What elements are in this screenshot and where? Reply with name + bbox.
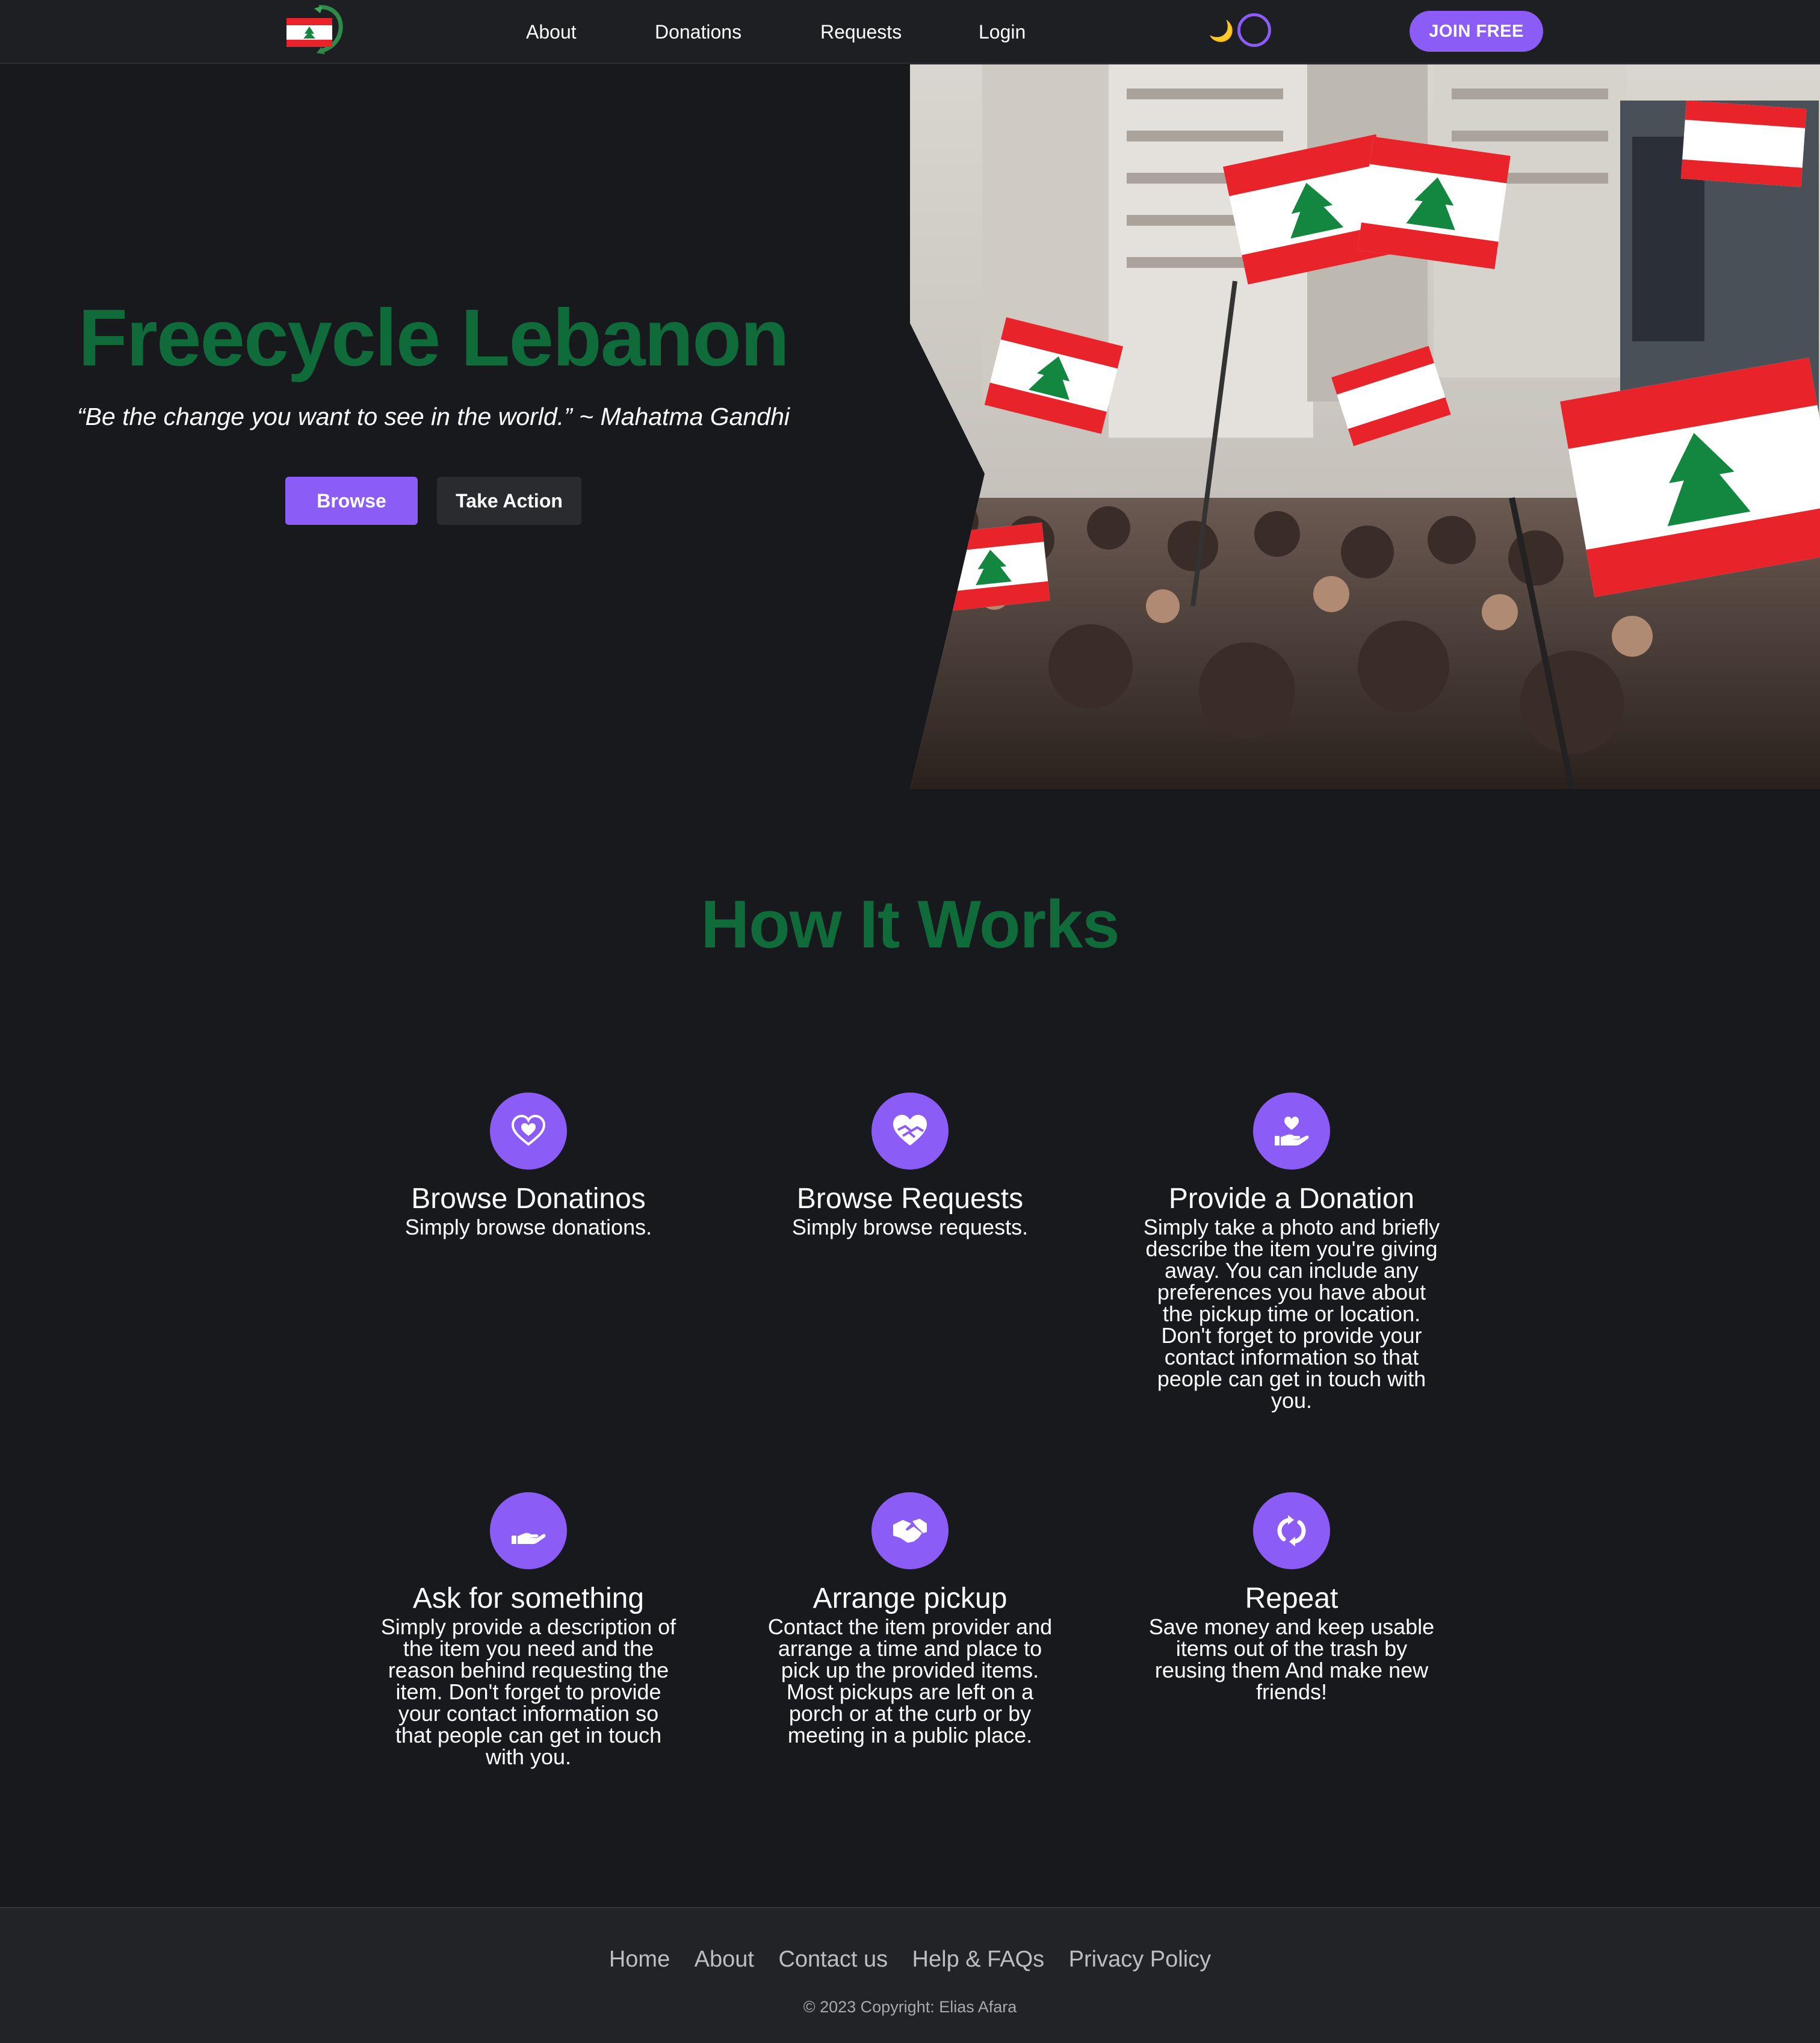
take-action-button[interactable]: Take Action	[437, 477, 581, 525]
open-hand-icon	[490, 1492, 567, 1569]
join-free-button[interactable]: JOIN FREE	[1410, 11, 1543, 52]
hero-image-flags-crowd	[910, 64, 1820, 789]
feature-text: Contact the item provider and arrange a …	[767, 1614, 1053, 1747]
feature-browse-requests: Browse Requests Simply browse requests.	[741, 1093, 1079, 1238]
feature-provide-donation: Provide a Donation Simply take a photo a…	[1123, 1093, 1460, 1412]
footer-link-contact[interactable]: Contact us	[778, 1944, 888, 1974]
browse-button[interactable]: Browse	[285, 477, 418, 525]
hands-heart-icon	[871, 1093, 949, 1170]
repeat-icon	[1253, 1492, 1330, 1569]
footer-link-home[interactable]: Home	[609, 1944, 670, 1974]
feature-repeat: Repeat Save money and keep usable items …	[1123, 1492, 1460, 1703]
handshake-icon	[871, 1492, 949, 1569]
feature-title: Repeat	[1245, 1583, 1339, 1614]
copyright: © 2023 Copyright: Elias Afara	[803, 1998, 1017, 2016]
nav-login[interactable]: Login	[979, 18, 1026, 46]
nav-about[interactable]: About	[526, 18, 577, 46]
how-it-works-title: How It Works	[701, 887, 1119, 962]
feature-ask-for-something: Ask for something Simply provide a descr…	[360, 1492, 697, 1768]
footer-links: Home About Contact us Help & FAQs Privac…	[0, 1944, 1820, 1974]
feature-title: Provide a Donation	[1168, 1183, 1415, 1215]
theme-toggle[interactable]: 🌙	[1209, 12, 1275, 52]
feature-text: Save money and keep usable items out of …	[1148, 1614, 1435, 1704]
nav-donations[interactable]: Donations	[655, 18, 741, 46]
moon-icon: 🌙	[1209, 20, 1234, 43]
heart-icon	[490, 1093, 567, 1170]
feature-title: Arrange pickup	[812, 1583, 1008, 1614]
footer: Home About Contact us Help & FAQs Privac…	[0, 1907, 1820, 2043]
feature-browse-donations: Browse Donatinos Simply browse donations…	[360, 1093, 697, 1238]
feature-text: Simply browse requests.	[791, 1215, 1029, 1239]
feature-title: Browse Donatinos	[411, 1183, 646, 1215]
feature-title: Browse Requests	[796, 1183, 1024, 1215]
hero-quote: “Be the change you want to see in the wo…	[77, 403, 790, 430]
feature-arrange-pickup: Arrange pickup Contact the item provider…	[741, 1492, 1079, 1746]
logo[interactable]	[285, 5, 343, 55]
toggle-switch[interactable]	[1237, 13, 1271, 47]
feature-text: Simply take a photo and briefly describe…	[1143, 1215, 1440, 1413]
nav-requests[interactable]: Requests	[820, 18, 902, 46]
hero-title: Freecycle Lebanon	[78, 293, 790, 383]
footer-link-help[interactable]: Help & FAQs	[912, 1944, 1045, 1974]
feature-text: Simply provide a description of the item…	[380, 1614, 676, 1769]
feature-title: Ask for something	[412, 1583, 645, 1614]
footer-link-about[interactable]: About	[695, 1944, 754, 1974]
feature-text: Simply browse donations.	[404, 1215, 652, 1239]
navbar: About Donations Requests Login 🌙 JOIN FR…	[0, 0, 1820, 64]
footer-link-privacy[interactable]: Privacy Policy	[1069, 1944, 1212, 1974]
hand-holding-heart-icon	[1253, 1093, 1330, 1170]
